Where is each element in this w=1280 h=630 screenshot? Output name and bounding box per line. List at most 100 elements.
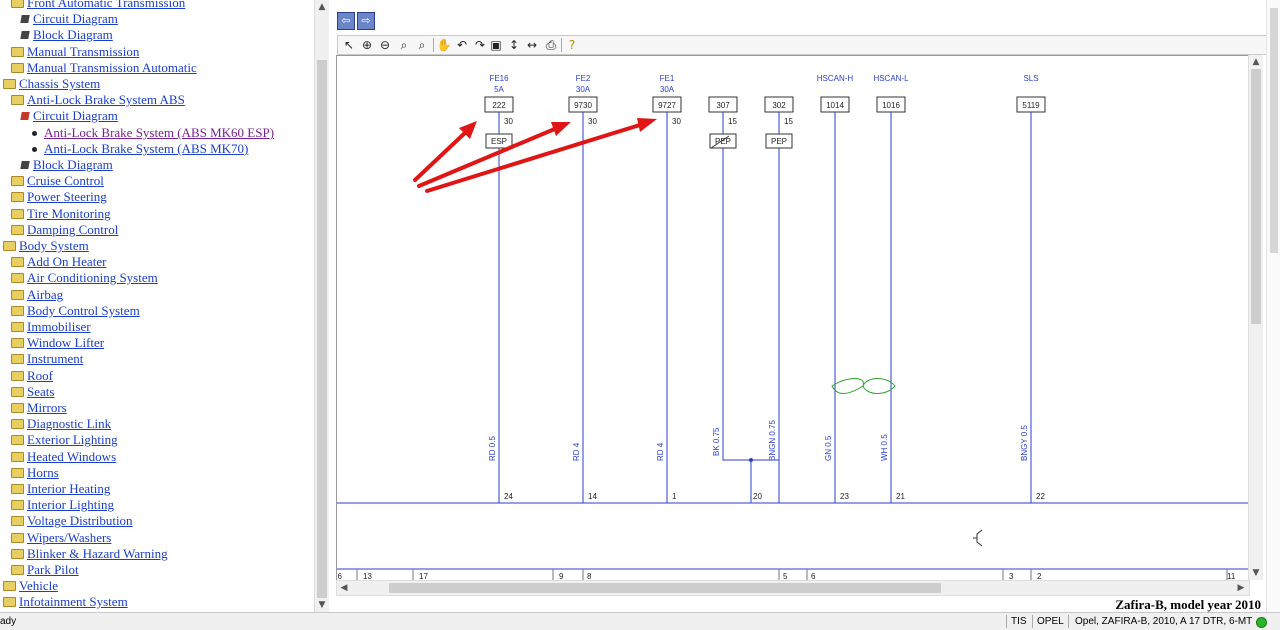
tree-scrollbar-thumb[interactable] xyxy=(317,60,327,598)
tree-item-label[interactable]: Exterior Lighting xyxy=(27,432,118,447)
tree-item[interactable]: Block Diagram xyxy=(20,157,113,173)
tree-item-label[interactable]: Interior Heating xyxy=(27,481,110,496)
tree-item[interactable]: Power Steering xyxy=(11,189,107,205)
tree-item-label[interactable]: Anti-Lock Brake System (ABS MK60 ESP) xyxy=(44,125,274,140)
tree-item[interactable]: Add On Heater xyxy=(11,254,106,270)
tree-item[interactable]: Horns xyxy=(11,465,59,481)
zoom-out-icon[interactable]: ⊖ xyxy=(377,37,393,53)
tree-item-label[interactable]: Damping Control xyxy=(27,222,118,237)
tree-item[interactable]: Voltage Distribution xyxy=(11,513,133,529)
tree-item[interactable]: Wipers/Washers xyxy=(11,530,111,546)
tree-item[interactable]: Front Automatic Transmission xyxy=(11,0,185,11)
tree-item[interactable]: Interior Lighting xyxy=(11,497,114,513)
tree-item-label[interactable]: Instrument xyxy=(27,351,83,366)
tree-item-label[interactable]: Anti-Lock Brake System (ABS MK70) xyxy=(44,141,248,156)
fit-height-icon[interactable]: ↕ xyxy=(506,37,522,53)
tree-item-label[interactable]: Immobiliser xyxy=(27,319,91,334)
diagram-vscrollbar-thumb[interactable] xyxy=(1251,69,1261,324)
page-vscrollbar-thumb[interactable] xyxy=(1270,8,1278,253)
tree-item[interactable]: Body Control System xyxy=(11,303,140,319)
tree-item[interactable]: Tire Monitoring xyxy=(11,206,111,222)
tree-item[interactable]: Anti-Lock Brake System ABS xyxy=(11,92,185,108)
fit-width-icon[interactable]: ↔ xyxy=(524,37,540,53)
print-icon[interactable]: ⎙ xyxy=(543,37,559,53)
tree-item-label[interactable]: Airbag xyxy=(27,287,63,302)
rotate-left-icon[interactable]: ↶ xyxy=(454,37,470,53)
tree-item-label[interactable]: Voltage Distribution xyxy=(27,513,133,528)
tree-item[interactable]: Mirrors xyxy=(11,400,67,416)
scroll-left-icon[interactable]: ◀ xyxy=(337,581,351,595)
diagram-hscrollbar-thumb[interactable] xyxy=(389,583,941,593)
tree-item-label[interactable]: Seats xyxy=(27,384,54,399)
tree-item-label[interactable]: Park Pilot xyxy=(27,562,79,577)
tree-item[interactable]: Interior Heating xyxy=(11,481,110,497)
tree-item-label[interactable]: Front Automatic Transmission xyxy=(27,0,185,10)
tree-item-label[interactable]: Power Steering xyxy=(27,189,107,204)
tree-item-label[interactable]: Chassis System xyxy=(19,76,100,91)
tree-item-label[interactable]: Wipers/Washers xyxy=(27,530,111,545)
tree-item[interactable]: Block Diagram xyxy=(20,27,113,43)
tree-item-label[interactable]: Block Diagram xyxy=(33,157,113,172)
tree-item[interactable]: Circuit Diagram xyxy=(20,108,118,124)
tree-item-label[interactable]: Air Conditioning System xyxy=(27,270,158,285)
tree-item[interactable]: Body System xyxy=(3,238,89,254)
tree-item[interactable]: Window Lifter xyxy=(11,335,104,351)
tree-item[interactable]: Manual Transmission xyxy=(11,44,139,60)
tree-item-label[interactable]: Window Lifter xyxy=(27,335,104,350)
tree-item[interactable]: Cruise Control xyxy=(11,173,104,189)
zoom-in-icon[interactable]: ⊕ xyxy=(359,37,375,53)
tree-item[interactable]: Air Conditioning System xyxy=(11,270,158,286)
tree-scrollbar[interactable]: ▲ ▼ xyxy=(314,0,329,612)
tree-item-label[interactable]: Body System xyxy=(19,238,89,253)
tree-item[interactable]: Heated Windows xyxy=(11,449,116,465)
tree-item-label[interactable]: Circuit Diagram xyxy=(33,108,118,123)
page-vscrollbar[interactable] xyxy=(1266,0,1280,612)
tree-item[interactable]: Blinker & Hazard Warning xyxy=(11,546,168,562)
tree-item-label[interactable]: Cruise Control xyxy=(27,173,104,188)
pan-hand-icon[interactable]: ✋ xyxy=(436,37,452,53)
scroll-right-icon[interactable]: ▶ xyxy=(1234,581,1248,595)
forward-arrow-icon[interactable]: ⇨ xyxy=(357,12,375,30)
tree-item[interactable]: Damping Control xyxy=(11,222,118,238)
tree-item-label[interactable]: Block Diagram xyxy=(33,27,113,42)
tree-item-label[interactable]: Diagnostic Link xyxy=(27,416,111,431)
tree-item-label[interactable]: Interior Lighting xyxy=(27,497,114,512)
tree-item[interactable]: Seats xyxy=(11,384,54,400)
rotate-right-icon[interactable]: ↷ xyxy=(472,37,488,53)
tree-item[interactable]: Instrument xyxy=(11,351,83,367)
scroll-down-icon[interactable]: ▼ xyxy=(1249,566,1263,580)
diagram-hscrollbar[interactable]: ◀ ▶ xyxy=(336,580,1250,596)
tree-item-label[interactable]: Manual Transmission xyxy=(27,44,139,59)
tree-item[interactable]: Immobiliser xyxy=(11,319,91,335)
tree-item-label[interactable]: Roof xyxy=(27,368,53,383)
tree-item-label[interactable]: Tire Monitoring xyxy=(27,206,111,221)
tree-item[interactable]: Exterior Lighting xyxy=(11,432,118,448)
tree-item-label[interactable]: Vehicle xyxy=(19,578,58,593)
pointer-icon[interactable]: ↖ xyxy=(341,37,357,53)
tree-item[interactable]: Manual Transmission Automatic xyxy=(11,60,197,76)
tree-item-label[interactable]: Horns xyxy=(27,465,59,480)
diagram-vscrollbar[interactable]: ▲ ▼ xyxy=(1248,55,1263,580)
zoom-window-icon[interactable]: ⌕ xyxy=(414,37,430,53)
tree-item-label[interactable]: Body Control System xyxy=(27,303,140,318)
tree-item-label[interactable]: Mirrors xyxy=(27,400,67,415)
tree-item-label[interactable]: Heated Windows xyxy=(27,449,116,464)
tree-item[interactable]: Airbag xyxy=(11,287,63,303)
back-arrow-icon[interactable]: ⇦ xyxy=(337,12,355,30)
scroll-up-icon[interactable]: ▲ xyxy=(315,0,329,14)
tree-item[interactable]: Anti-Lock Brake System (ABS MK70) xyxy=(32,141,248,157)
tree-item[interactable]: Vehicle xyxy=(3,578,58,594)
tree-item-label[interactable]: Circuit Diagram xyxy=(33,11,118,26)
tree-item-label[interactable]: Anti-Lock Brake System ABS xyxy=(27,92,185,107)
tree-item[interactable]: Circuit Diagram xyxy=(20,11,118,27)
zoom-icon[interactable]: ⌕ xyxy=(396,37,412,53)
tree-item[interactable]: Park Pilot xyxy=(11,562,79,578)
tree-item[interactable]: Diagnostic Link xyxy=(11,416,111,432)
help-icon[interactable]: ? xyxy=(564,37,580,53)
tree-item-label[interactable]: Blinker & Hazard Warning xyxy=(27,546,168,561)
scroll-down-icon[interactable]: ▼ xyxy=(315,598,329,612)
tree-item[interactable]: Infotainment System xyxy=(3,594,128,610)
tree-item[interactable]: Chassis System xyxy=(3,76,100,92)
fit-page-icon[interactable]: ▣ xyxy=(488,37,504,53)
scroll-up-icon[interactable]: ▲ xyxy=(1249,55,1263,69)
